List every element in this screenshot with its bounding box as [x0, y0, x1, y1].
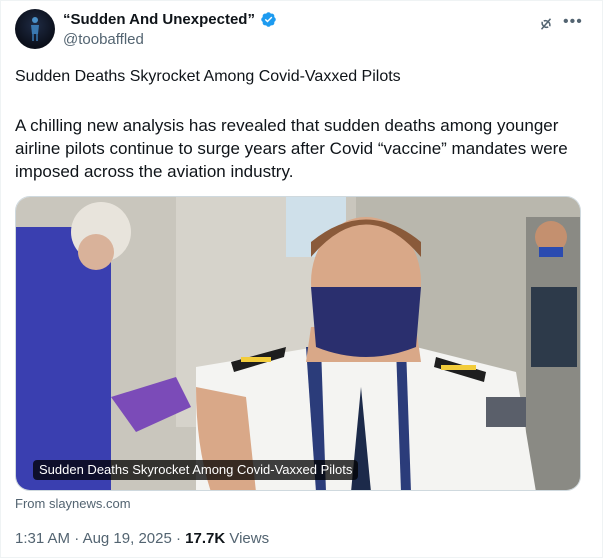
post-date[interactable]: Aug 19, 2025: [83, 530, 172, 547]
meta-separator: ·: [70, 530, 83, 547]
link-card-image[interactable]: Sudden Deaths Skyrocket Among Covid-Vaxx…: [15, 196, 581, 491]
post-time[interactable]: 1:31 AM: [15, 530, 70, 547]
views-count: 17.7K: [185, 530, 226, 547]
verified-badge-icon: [261, 12, 276, 27]
link-source[interactable]: From slaynews.com: [15, 496, 131, 511]
post-meta: 1:31 AM · Aug 19, 2025 · 17.7K Views: [15, 530, 269, 547]
avatar[interactable]: [15, 9, 55, 49]
author-name-row: “Sudden And Unexpected”: [63, 11, 277, 28]
grok-icon[interactable]: [537, 15, 555, 33]
tweet-card: “Sudden And Unexpected” @toobaffled ••• …: [0, 0, 603, 558]
pilot-vaccination-photo: [16, 197, 580, 490]
post-body: A chilling new analysis has revealed tha…: [15, 116, 568, 181]
author-handle[interactable]: @toobaffled: [63, 31, 144, 48]
avatar-icon: [31, 17, 39, 41]
post-headline: Sudden Deaths Skyrocket Among Covid-Vaxx…: [15, 68, 401, 85]
link-card-caption: Sudden Deaths Skyrocket Among Covid-Vaxx…: [33, 460, 359, 480]
meta-separator-2: ·: [171, 530, 186, 547]
views-label: Views: [225, 530, 270, 547]
more-icon[interactable]: •••: [563, 13, 583, 31]
display-name[interactable]: “Sudden And Unexpected”: [63, 11, 255, 28]
